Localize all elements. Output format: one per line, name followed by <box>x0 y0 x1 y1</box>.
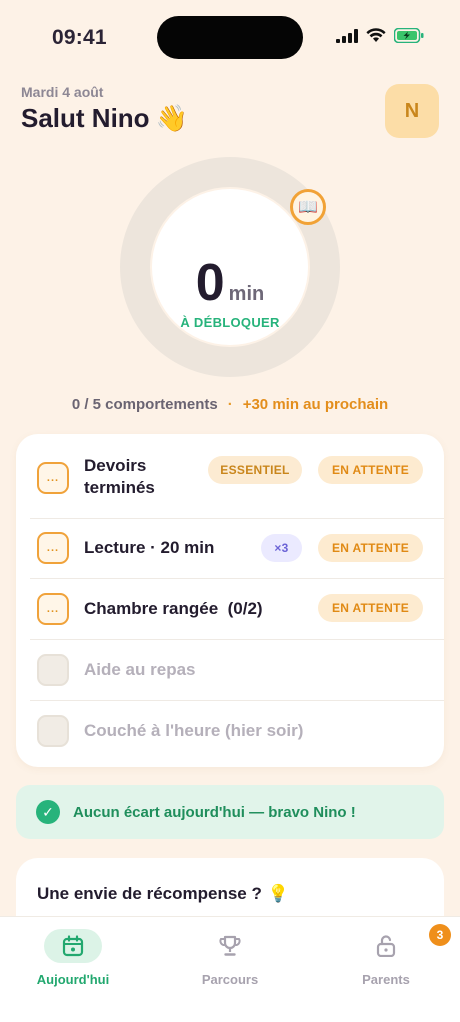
behavior-row[interactable]: Aide au repas <box>16 639 444 700</box>
tab-label: Parents <box>362 972 410 987</box>
trophy-icon <box>219 935 241 956</box>
tab-icon-wrap <box>44 929 102 963</box>
behaviors-card: ... Devoirs terminés ESSENTIEL EN ATTENT… <box>16 434 444 767</box>
status-text: EN ATTENTE <box>332 463 409 477</box>
minutes-value: 0 <box>195 254 225 312</box>
lock-icon <box>376 935 396 957</box>
status-bar: 09:41 <box>0 0 460 76</box>
behavior-row[interactable]: ... Lecture · 20 min ×3 EN ATTENTE <box>16 518 444 578</box>
avatar-initial: N <box>404 99 420 122</box>
essential-text: ESSENTIEL <box>220 463 290 477</box>
dynamic-island <box>157 16 303 59</box>
behavior-row[interactable]: Couché à l'heure (hier soir) <box>16 700 444 767</box>
page-title: Salut Nino 👋 <box>21 103 188 134</box>
behavior-label: Lecture · 20 min <box>84 538 215 557</box>
calendar-icon <box>62 935 84 957</box>
waving-hand-icon: 👋 <box>155 103 188 133</box>
status-text: EN ATTENTE <box>332 541 409 555</box>
status-text: EN ATTENTE <box>332 601 409 615</box>
ring-center: 0 min À DÉBLOQUER <box>152 189 308 345</box>
greeting-text: Salut Nino <box>21 103 150 133</box>
notification-badge: 3 <box>429 924 451 946</box>
book-icon: 📖 <box>290 189 326 225</box>
separator-dot: · <box>227 396 233 413</box>
book-emoji: 📖 <box>298 199 318 216</box>
status-time: 09:41 <box>52 26 107 49</box>
behavior-label: Chambre rangée (0/2) <box>84 599 263 618</box>
multiplier-text: ×3 <box>274 541 289 555</box>
status-icons <box>336 28 424 43</box>
tab-bar: Aujourd'hui Parcours 3 Parents <box>0 916 460 1022</box>
empty-checkbox[interactable] <box>37 715 69 747</box>
ring-value: 0 min <box>152 253 308 313</box>
date-label: Mardi 4 août <box>21 84 104 100</box>
tab-parents[interactable]: 3 Parents <box>326 924 451 987</box>
tab-label: Parcours <box>201 972 259 987</box>
wifi-icon <box>366 28 386 42</box>
essential-badge: ESSENTIEL <box>208 456 302 484</box>
signal-icon <box>336 28 358 43</box>
behavior-label: Devoirs terminés <box>84 456 155 497</box>
reward-title: Une envie de récompense ? 💡 <box>37 884 289 904</box>
minutes-unit: min <box>228 283 265 305</box>
pending-checkbox[interactable]: ... <box>37 532 69 564</box>
behavior-label: Couché à l'heure (hier soir) <box>84 721 304 740</box>
pending-dots: ... <box>46 472 60 484</box>
status-badge: EN ATTENTE <box>318 594 423 622</box>
behavior-row[interactable]: ... Chambre rangée (0/2) EN ATTENTE <box>16 578 444 639</box>
behaviors-count: 0 / 5 comportements <box>71 396 218 413</box>
lightbulb-icon: 💡 <box>267 884 290 903</box>
check-icon: ✓ <box>36 800 60 824</box>
progress-summary: 0 / 5 comportements · +30 min au prochain <box>0 396 460 413</box>
pending-checkbox[interactable]: ... <box>37 462 69 494</box>
tab-icon-wrap <box>201 929 259 963</box>
pending-checkbox[interactable]: ... <box>37 593 69 625</box>
tab-label: Aujourd'hui <box>36 972 110 987</box>
banner-text: Aucun écart aujourd'hui — bravo Nino ! <box>73 803 356 821</box>
multiplier-badge: ×3 <box>261 534 302 562</box>
behavior-row[interactable]: ... Devoirs terminés ESSENTIEL EN ATTENT… <box>16 434 444 518</box>
tab-today[interactable]: Aujourd'hui <box>13 929 133 987</box>
avatar[interactable]: N <box>385 84 439 138</box>
tab-parcours[interactable]: Parcours <box>170 929 290 987</box>
pending-dots: ... <box>46 542 60 554</box>
unlock-caption: À DÉBLOQUER <box>180 315 280 330</box>
battery-icon <box>394 28 424 43</box>
tab-icon-wrap: 3 <box>357 924 451 963</box>
success-banner: ✓ Aucun écart aujourd'hui — bravo Nino ! <box>16 785 444 839</box>
status-badge: EN ATTENTE <box>318 534 423 562</box>
next-reward: +30 min au prochain <box>242 396 389 413</box>
behavior-label: Aide au repas <box>84 660 196 679</box>
empty-checkbox[interactable] <box>37 654 69 686</box>
status-badge: EN ATTENTE <box>318 456 423 484</box>
pending-dots: ... <box>46 603 60 615</box>
reward-title-text: Une envie de récompense ? <box>37 884 262 903</box>
